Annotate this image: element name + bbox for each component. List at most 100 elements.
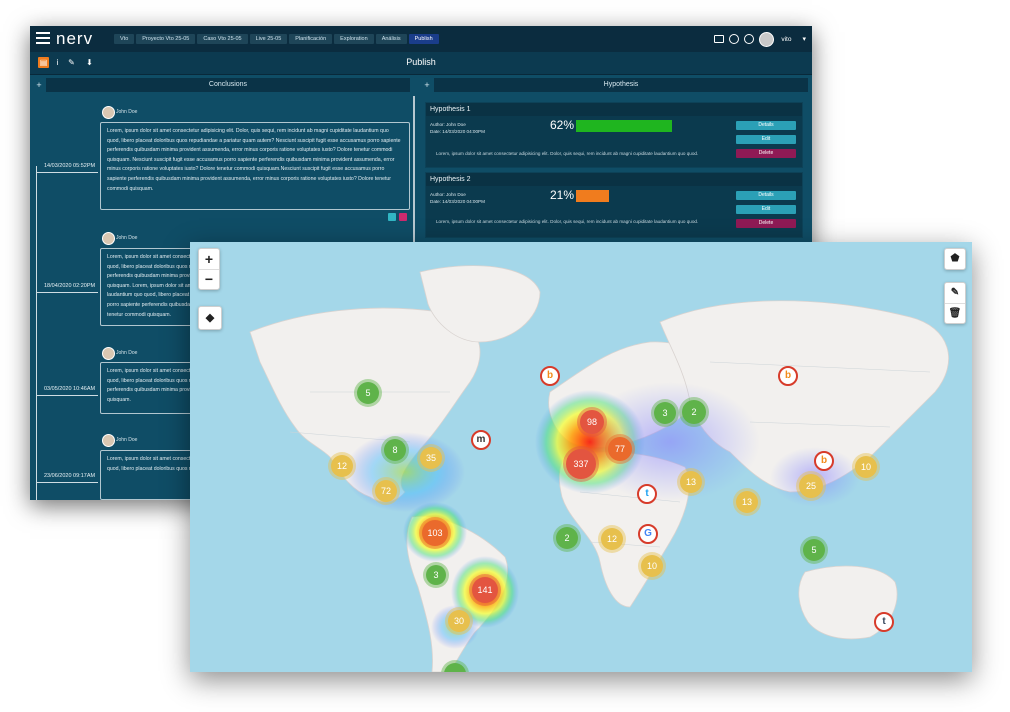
edit-button[interactable]: Edit	[736, 135, 796, 144]
trash-icon[interactable]: 🗑	[945, 304, 965, 323]
delete-button[interactable]: Delete	[736, 219, 796, 228]
trash-icon[interactable]	[399, 213, 407, 221]
cluster-marker[interactable]: 103	[422, 520, 448, 546]
conclusion-author: John Doe	[116, 109, 138, 115]
cluster-count: 72	[380, 486, 391, 496]
conclusion-author: John Doe	[116, 437, 138, 443]
conclusions-header: Conclusions	[46, 78, 410, 92]
breadcrumb-item[interactable]: Caso Vto 25-05	[197, 34, 248, 44]
cluster-count: 5	[365, 388, 371, 398]
conclusion-date: 18/04/2020 02:20PM	[44, 283, 96, 289]
news-icon[interactable]: m	[471, 430, 491, 450]
cluster-count: 30	[453, 616, 464, 626]
cluster-count: 10	[860, 462, 871, 472]
cluster-marker[interactable]: 2	[556, 527, 578, 549]
breadcrumb-item[interactable]: Proyecto Vto 25-05	[136, 34, 196, 44]
zoom-out-button[interactable]: −	[199, 270, 219, 289]
conclusion-date: 23/06/2020 09:17AM	[44, 473, 96, 479]
timeline-line	[36, 166, 37, 500]
cluster-marker[interactable]: 3	[426, 565, 446, 585]
google-icon[interactable]: G	[638, 524, 658, 544]
hypothesis-progress-bar	[576, 190, 609, 202]
cluster-marker[interactable]: 5	[357, 382, 379, 404]
cluster-marker[interactable]: 10	[855, 456, 877, 478]
cluster-marker[interactable]: 35	[420, 447, 442, 469]
tumblr-icon[interactable]: t	[874, 612, 894, 632]
cluster-marker[interactable]: 3	[654, 402, 676, 424]
chevron-down-icon[interactable]: ▾	[802, 35, 806, 43]
cluster-marker[interactable]: 77	[608, 437, 632, 461]
breadcrumb-item[interactable]: Exploration	[334, 34, 374, 44]
breadcrumb-item-current[interactable]: Publish	[408, 34, 439, 44]
bing-icon[interactable]: b	[778, 366, 798, 386]
zoom-control: + −	[198, 248, 220, 290]
toolbar: ▤ i ✎ ⬇ Publish	[30, 52, 812, 75]
cluster-marker[interactable]: 12	[601, 528, 623, 550]
hypothesis-percent: 21%	[550, 188, 575, 202]
hypothesis-progress-bar	[576, 120, 673, 132]
cluster-marker[interactable]: 13	[680, 471, 702, 493]
cluster-marker[interactable]: 25	[799, 474, 823, 498]
hypothesis-meta: Author: John Doe Date: 14/03/2020 04:00P…	[430, 191, 485, 205]
cluster-marker[interactable]: 12	[331, 455, 353, 477]
cluster-marker[interactable]: 8	[384, 439, 406, 461]
cluster-marker[interactable]: 13	[736, 491, 758, 513]
hypothesis-date: Date: 14/03/2020 04:00PM	[430, 129, 485, 134]
hypothesis-card: Hypothesis 2 Author: John Doe Date: 14/0…	[425, 172, 803, 238]
layers-icon[interactable]: ◆	[198, 306, 222, 330]
hypothesis-text: Lorem, ipsum dolor sit amet consectetur …	[436, 219, 699, 224]
page-title: Publish	[406, 57, 436, 67]
cluster-marker[interactable]: 141	[472, 577, 498, 603]
twitter-icon[interactable]: t	[637, 484, 657, 504]
conclusion-author: John Doe	[116, 350, 138, 356]
clock-icon[interactable]	[729, 34, 740, 44]
breadcrumb-item[interactable]: Planificación	[289, 34, 333, 44]
cluster-marker[interactable]: 30	[448, 610, 470, 632]
cluster-count: 13	[741, 497, 752, 507]
user-name: vito	[781, 35, 792, 43]
draw-polygon-icon[interactable]: ⬟	[944, 248, 966, 270]
hypothesis-title: Hypothesis 2	[426, 173, 802, 186]
breadcrumb: Vto Proyecto Vto 25-05 Caso Vto 25-05 Li…	[114, 34, 439, 44]
cluster-count: 12	[336, 461, 347, 471]
avatar	[102, 232, 115, 245]
alarm-icon[interactable]	[744, 34, 755, 44]
conclusion-date: 14/03/2020 05:52PM	[44, 163, 96, 169]
cluster-count: 25	[805, 481, 816, 491]
cluster-count: 2	[691, 407, 697, 417]
cluster-count: 8	[392, 445, 398, 455]
avatar	[102, 434, 115, 447]
details-button[interactable]: Details	[736, 121, 796, 130]
zoom-in-button[interactable]: +	[199, 249, 219, 270]
bing-icon[interactable]: b	[540, 366, 560, 386]
edit-icon[interactable]	[388, 213, 396, 221]
hypothesis-header: Hypothesis	[434, 78, 808, 92]
delete-button[interactable]: Delete	[736, 149, 796, 158]
bing-icon[interactable]: b	[814, 451, 834, 471]
cluster-marker[interactable]: 10	[641, 555, 663, 577]
hypothesis-author: Author: John Doe	[430, 122, 466, 127]
cluster-marker[interactable]: 2	[682, 400, 706, 424]
breadcrumb-item[interactable]: Análisis	[375, 34, 407, 44]
heatmap-map[interactable]: + − ◆ ⬟ ✎ 🗑 5 8 12 35 72 103 3 141 30 98…	[190, 242, 972, 672]
cluster-marker[interactable]: 72	[375, 480, 397, 502]
breadcrumb-item[interactable]: Live 25-05	[249, 34, 288, 44]
timeline-tick	[36, 292, 98, 293]
timeline-tick	[36, 482, 98, 483]
edit-layers-icon[interactable]: ✎	[945, 283, 965, 304]
cluster-count: 5	[811, 545, 817, 555]
breadcrumb-item[interactable]: Vto	[114, 34, 135, 44]
cluster-marker[interactable]: 5	[803, 539, 825, 561]
cluster-count: 35	[425, 453, 436, 463]
add-conclusion-icon[interactable]: +	[32, 78, 46, 92]
cluster-marker[interactable]: 98	[580, 410, 604, 434]
cluster-count: 3	[662, 408, 668, 418]
details-button[interactable]: Details	[736, 191, 796, 200]
avatar[interactable]	[759, 31, 775, 47]
calendar-icon[interactable]	[714, 35, 725, 43]
cluster-count: 103	[427, 528, 443, 538]
cluster-marker[interactable]: 337	[566, 449, 596, 479]
hamburger-menu-icon[interactable]	[36, 32, 50, 44]
add-hypothesis-icon[interactable]: +	[420, 78, 434, 92]
edit-button[interactable]: Edit	[736, 205, 796, 214]
